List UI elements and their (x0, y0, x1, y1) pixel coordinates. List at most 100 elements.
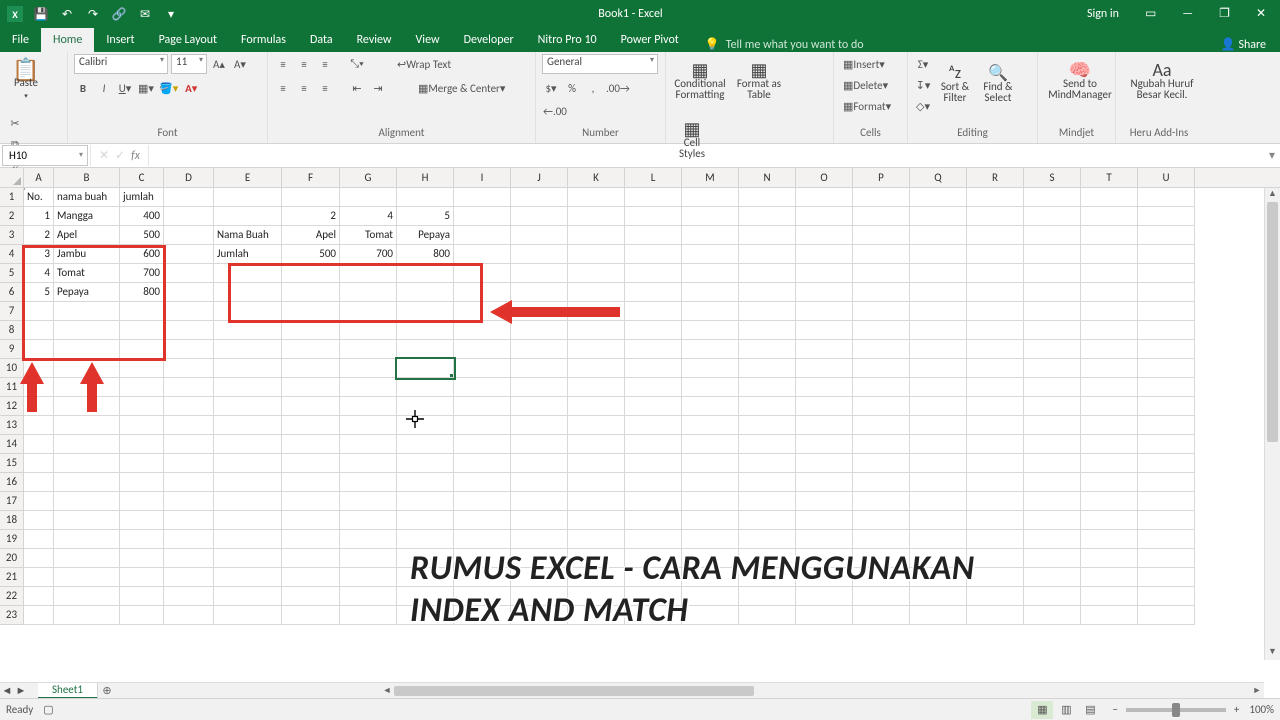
cell[interactable] (120, 302, 164, 321)
cell[interactable] (853, 454, 910, 473)
cell[interactable] (967, 416, 1024, 435)
cell[interactable] (120, 340, 164, 359)
cell[interactable] (739, 340, 796, 359)
cell[interactable] (967, 473, 1024, 492)
cell[interactable] (340, 397, 397, 416)
column-header[interactable]: H (397, 168, 454, 187)
cell[interactable] (282, 454, 340, 473)
cell[interactable] (214, 473, 282, 492)
cell[interactable] (282, 549, 340, 568)
currency-icon[interactable]: $▾ (542, 78, 560, 98)
cell[interactable] (625, 435, 682, 454)
cell[interactable] (120, 454, 164, 473)
cell[interactable] (682, 207, 739, 226)
cell[interactable] (796, 188, 853, 207)
cell[interactable] (910, 207, 967, 226)
comma-icon[interactable]: , (584, 78, 602, 98)
cell[interactable] (853, 302, 910, 321)
cell[interactable] (214, 321, 282, 340)
cell[interactable] (1138, 302, 1195, 321)
cell[interactable] (1138, 283, 1195, 302)
cell[interactable] (282, 492, 340, 511)
cell[interactable] (214, 340, 282, 359)
column-headers[interactable]: ABCDEFGHIJKLMNOPQRSTU (0, 168, 1280, 188)
cell[interactable] (54, 568, 120, 587)
cell[interactable] (967, 321, 1024, 340)
cell[interactable] (120, 416, 164, 435)
cell[interactable] (214, 549, 282, 568)
cell[interactable] (340, 264, 397, 283)
cell[interactable] (853, 359, 910, 378)
cell[interactable] (454, 492, 511, 511)
cell[interactable] (1024, 473, 1081, 492)
cell[interactable] (282, 416, 340, 435)
column-header[interactable]: Q (910, 168, 967, 187)
column-header[interactable]: I (454, 168, 511, 187)
cell[interactable] (282, 283, 340, 302)
cell[interactable] (54, 416, 120, 435)
cell[interactable] (120, 435, 164, 454)
cell[interactable] (24, 606, 54, 625)
cell[interactable] (164, 587, 214, 606)
cell[interactable] (120, 587, 164, 606)
cell[interactable] (340, 283, 397, 302)
normal-view-icon[interactable]: ▦ (1031, 701, 1053, 719)
cell[interactable] (1081, 397, 1138, 416)
row-header[interactable]: 20 (0, 549, 24, 568)
zoom-in-icon[interactable]: + (1234, 703, 1239, 716)
align-middle-icon[interactable]: ≡ (295, 54, 313, 74)
merge-center-button[interactable]: ▦ Merge & Center ▾ (413, 78, 510, 98)
orientation-icon[interactable]: ⤡▾ (348, 54, 366, 74)
clear-icon[interactable]: ◇▾ (914, 96, 932, 116)
cell[interactable] (511, 397, 568, 416)
fill-icon[interactable]: ↧▾ (914, 75, 932, 95)
cell[interactable] (340, 587, 397, 606)
row-header[interactable]: 21 (0, 568, 24, 587)
align-left-icon[interactable]: ≡ (274, 78, 292, 98)
cell[interactable] (24, 473, 54, 492)
cell[interactable] (214, 207, 282, 226)
tab-powerpivot[interactable]: Power Pivot (609, 28, 691, 52)
cell[interactable] (282, 321, 340, 340)
scroll-down-icon[interactable]: ▼ (1265, 646, 1280, 660)
qat-more-icon[interactable]: ▾ (160, 3, 182, 25)
cell[interactable] (511, 473, 568, 492)
cell[interactable] (568, 416, 625, 435)
ribbon-options-icon[interactable]: ▭ (1133, 0, 1168, 28)
row-header[interactable]: 6 (0, 283, 24, 302)
cell[interactable] (164, 302, 214, 321)
save-icon[interactable]: 💾 (30, 3, 52, 25)
cell[interactable] (397, 530, 454, 549)
cell[interactable] (682, 511, 739, 530)
cell[interactable] (54, 302, 120, 321)
cell[interactable] (682, 378, 739, 397)
cell[interactable] (397, 378, 454, 397)
cell[interactable] (340, 302, 397, 321)
cell[interactable] (164, 264, 214, 283)
cell[interactable] (24, 302, 54, 321)
cell[interactable] (853, 340, 910, 359)
cell[interactable] (1024, 378, 1081, 397)
align-bottom-icon[interactable]: ≡ (316, 54, 334, 74)
cell[interactable] (1024, 492, 1081, 511)
cell[interactable] (1138, 435, 1195, 454)
cell[interactable] (214, 435, 282, 454)
cell[interactable] (739, 492, 796, 511)
cell[interactable] (1024, 397, 1081, 416)
cell[interactable] (214, 606, 282, 625)
cell[interactable] (682, 302, 739, 321)
cell[interactable] (340, 340, 397, 359)
cell[interactable] (853, 226, 910, 245)
cell[interactable] (739, 226, 796, 245)
cell[interactable] (739, 454, 796, 473)
cell[interactable] (739, 416, 796, 435)
cell[interactable] (454, 359, 511, 378)
row-header[interactable]: 16 (0, 473, 24, 492)
cell[interactable] (120, 359, 164, 378)
cell[interactable] (682, 416, 739, 435)
cell[interactable] (967, 245, 1024, 264)
cell[interactable]: Mangga (54, 207, 120, 226)
cell[interactable] (397, 264, 454, 283)
zoom-out-icon[interactable]: − (1112, 703, 1117, 716)
fx-icon[interactable]: fx (131, 149, 140, 163)
